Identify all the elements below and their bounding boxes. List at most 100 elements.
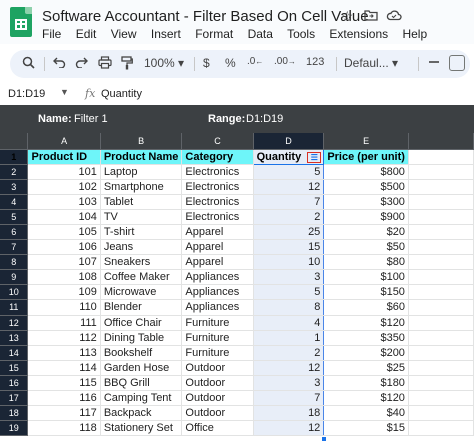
empty-cell[interactable] [408,315,474,331]
cell-quantity[interactable]: 5 [252,284,325,301]
cell-product-name[interactable]: Jeans [100,239,183,256]
row-number[interactable]: 10 [0,284,29,301]
cell-price[interactable]: $60 [323,299,409,316]
star-icon[interactable]: ☆ [341,8,354,25]
filter-name-value[interactable]: Filter 1 [74,113,108,125]
cell-category[interactable]: Electronics [181,179,254,195]
increase-decimal-button[interactable]: .00→ [274,56,296,67]
filter-range-value[interactable]: D1:D19 [246,113,283,125]
cell-quantity[interactable]: 25 [252,224,325,241]
move-to-folder-icon[interactable] [364,8,378,24]
cell-product-name[interactable]: Dining Table [100,330,183,346]
column-header-c[interactable]: C [181,133,254,150]
cell-category[interactable]: Outdoor [181,375,254,392]
cell-product-id[interactable]: 110 [27,299,101,316]
cell-product-id[interactable]: 108 [27,269,101,286]
cell-product-id[interactable]: 101 [27,164,101,180]
menu-tools[interactable]: Tools [287,27,315,41]
cell-quantity[interactable]: 8 [252,299,325,316]
cell-category[interactable]: Outdoor [181,360,254,376]
cell-product-id[interactable]: 111 [27,315,101,331]
row-number[interactable]: 6 [0,224,29,241]
cell-price[interactable]: $100 [323,269,409,286]
empty-cell[interactable] [408,209,474,225]
row-number[interactable]: 8 [0,254,29,271]
cell-product-id[interactable]: 116 [27,390,101,407]
empty-cell[interactable] [408,269,474,286]
cell-quantity[interactable]: 18 [252,405,325,422]
cell-price[interactable]: $25 [323,360,409,376]
cell-quantity[interactable]: 15 [252,239,325,256]
cell-price[interactable]: $500 [323,179,409,195]
cell-product-name[interactable]: Microwave [100,284,183,301]
menu-help[interactable]: Help [402,27,427,41]
cell-price[interactable]: $120 [323,315,409,331]
cell-product-name[interactable]: BBQ Grill [100,375,183,392]
row-number[interactable]: 16 [0,375,29,392]
cell-product-name[interactable]: Stationery Set [100,420,183,437]
row-number[interactable]: 7 [0,239,29,256]
cell-product-id[interactable]: 105 [27,224,101,241]
header-cell-price[interactable]: Price (per unit) [323,149,409,165]
formula-input[interactable]: Quantity [101,88,142,100]
header-cell-product-name[interactable]: Product Name [100,149,183,165]
name-box-dropdown-icon[interactable]: ▼ [60,87,69,97]
row-number[interactable]: 5 [0,209,29,225]
cell-quantity[interactable]: 7 [252,194,325,210]
cell-product-id[interactable]: 118 [27,420,101,437]
decrease-decimal-button[interactable]: .0← [247,56,263,67]
cell-product-id[interactable]: 107 [27,254,101,271]
row-number[interactable]: 12 [0,315,29,331]
cell-price[interactable]: $40 [323,405,409,422]
cell-category[interactable]: Electronics [181,194,254,210]
cell-product-name[interactable]: Camping Tent [100,390,183,407]
empty-cell[interactable] [408,149,474,165]
cell-product-name[interactable]: Backpack [100,405,183,422]
row-number[interactable]: 2 [0,164,29,180]
row-number[interactable]: 9 [0,269,29,286]
cell-price[interactable]: $180 [323,375,409,392]
cell-product-id[interactable]: 114 [27,360,101,376]
select-all-corner[interactable] [0,133,29,150]
paint-format-icon[interactable] [121,56,133,73]
cell-quantity[interactable]: 3 [252,375,325,392]
row-number[interactable]: 13 [0,330,29,346]
cell-quantity[interactable]: 5 [252,164,325,180]
cell-category[interactable]: Apparel [181,224,254,241]
cell-price[interactable]: $300 [323,194,409,210]
cell-category[interactable]: Appliances [181,284,254,301]
menu-edit[interactable]: Edit [76,27,97,41]
empty-cell[interactable] [408,224,474,241]
menu-view[interactable]: View [111,27,137,41]
cell-product-name[interactable]: Sneakers [100,254,183,271]
row-number[interactable]: 4 [0,194,29,210]
row-number[interactable]: 15 [0,360,29,376]
row-number[interactable]: 3 [0,179,29,195]
menu-data[interactable]: Data [248,27,273,41]
cell-product-id[interactable]: 109 [27,284,101,301]
cell-price[interactable]: $800 [323,164,409,180]
cell-quantity[interactable]: 12 [252,420,325,437]
empty-cell[interactable] [408,405,474,422]
spreadsheet-grid[interactable]: A B C D E 1 Product ID Product Name Cate… [0,133,474,444]
cell-category[interactable]: Outdoor [181,390,254,407]
cloud-status-icon[interactable] [386,8,402,24]
redo-icon[interactable] [75,56,88,71]
column-header-a[interactable]: A [27,133,101,150]
cell-product-name[interactable]: T-shirt [100,224,183,241]
cell-category[interactable]: Electronics [181,164,254,180]
selection-fill-handle[interactable] [321,436,327,442]
cell-price[interactable]: $900 [323,209,409,225]
cell-product-id[interactable]: 115 [27,375,101,392]
empty-cell[interactable] [408,390,474,407]
menu-insert[interactable]: Insert [151,27,181,41]
cell-product-name[interactable]: Office Chair [100,315,183,331]
cell-category[interactable]: Apparel [181,254,254,271]
font-select[interactable]: Defaul... ▾ [344,56,398,70]
cell-price[interactable]: $200 [323,345,409,361]
cell-price[interactable]: $350 [323,330,409,346]
cell-category[interactable]: Office [181,420,254,437]
column-header-b[interactable]: B [100,133,183,150]
row-number[interactable]: 1 [0,149,29,165]
empty-cell[interactable] [408,330,474,346]
